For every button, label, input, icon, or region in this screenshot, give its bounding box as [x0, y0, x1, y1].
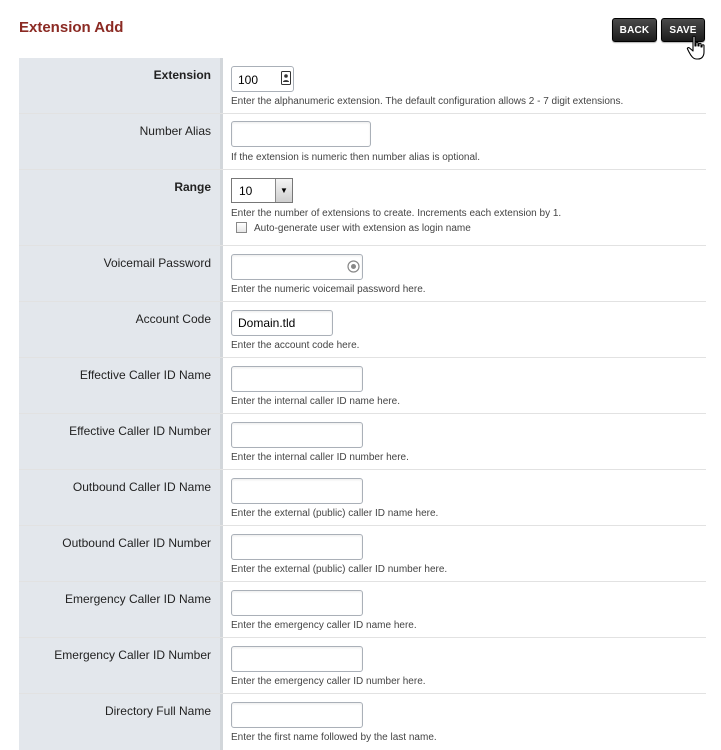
- number-alias-row: Number Alias If the extension is numeric…: [19, 114, 706, 170]
- outbound-caller-id-number-label: Outbound Caller ID Number: [62, 536, 211, 550]
- account-code-label: Account Code: [135, 312, 211, 326]
- contact-card-icon[interactable]: [281, 71, 291, 85]
- voicemail-password-help: Enter the numeric voicemail password her…: [231, 284, 426, 295]
- outbound-caller-id-name-label-cell: Outbound Caller ID Name: [19, 470, 223, 525]
- outbound-caller-id-name-label: Outbound Caller ID Name: [72, 480, 211, 494]
- effective-caller-id-number-label: Effective Caller ID Number: [69, 424, 211, 438]
- page-title: Extension Add: [19, 19, 124, 36]
- number-alias-label: Number Alias: [139, 124, 211, 138]
- emergency-caller-id-name-label: Emergency Caller ID Name: [64, 592, 211, 606]
- outbound-caller-id-number-help: Enter the external (public) caller ID nu…: [231, 564, 448, 575]
- emergency-caller-id-name-label-cell: Emergency Caller ID Name: [19, 582, 223, 637]
- range-help: Enter the number of extensions to create…: [231, 208, 562, 219]
- emergency-caller-id-number-help: Enter the emergency caller ID number her…: [231, 676, 426, 687]
- effective-caller-id-name-label: Effective Caller ID Name: [79, 368, 211, 382]
- extension-row: Extension 100 Enter the alphanumeric ext…: [19, 58, 706, 114]
- range-select-value: 10: [239, 184, 253, 198]
- auto-generate-user-label[interactable]: Auto-generate user with extension as log…: [254, 223, 471, 234]
- account-code-input[interactable]: [231, 310, 333, 336]
- effective-caller-id-name-input[interactable]: [231, 366, 363, 392]
- account-code-label-cell: Account Code: [19, 302, 223, 357]
- range-row: Range 10 ▼ Enter the number of extension…: [19, 170, 706, 246]
- effective-caller-id-number-help: Enter the internal caller ID number here…: [231, 452, 409, 463]
- effective-caller-id-number-label-cell: Effective Caller ID Number: [19, 414, 223, 469]
- effective-caller-id-name-row: Effective Caller ID Name Enter the inter…: [19, 358, 706, 414]
- effective-caller-id-number-row: Effective Caller ID Number Enter the int…: [19, 414, 706, 470]
- voicemail-password-row: Voicemail Password Enter the numeric voi…: [19, 246, 706, 302]
- extension-value: 100: [238, 73, 259, 87]
- number-alias-help: If the extension is numeric then number …: [231, 152, 481, 163]
- chevron-down-icon[interactable]: ▼: [275, 179, 292, 202]
- range-select[interactable]: 10 ▼: [231, 178, 293, 203]
- extension-label-cell: Extension: [19, 58, 223, 113]
- outbound-caller-id-number-label-cell: Outbound Caller ID Number: [19, 526, 223, 581]
- emergency-caller-id-name-input[interactable]: [231, 590, 363, 616]
- voicemail-password-label: Voicemail Password: [103, 256, 211, 270]
- account-code-row: Account Code Enter the account code here…: [19, 302, 706, 358]
- directory-full-name-row: Directory Full Name Enter the first name…: [19, 694, 706, 750]
- effective-caller-id-name-help: Enter the internal caller ID name here.: [231, 396, 400, 407]
- range-label-cell: Range: [19, 170, 223, 245]
- emergency-caller-id-number-label: Emergency Caller ID Number: [54, 648, 211, 662]
- outbound-caller-id-name-input[interactable]: [231, 478, 363, 504]
- directory-full-name-label: Directory Full Name: [104, 704, 211, 718]
- extension-label: Extension: [153, 68, 211, 82]
- number-alias-input[interactable]: [231, 121, 371, 147]
- directory-full-name-help: Enter the first name followed by the las…: [231, 732, 437, 743]
- outbound-caller-id-number-input[interactable]: [231, 534, 363, 560]
- extension-help: Enter the alphanumeric extension. The de…: [231, 96, 624, 107]
- outbound-caller-id-name-row: Outbound Caller ID Name Enter the extern…: [19, 470, 706, 526]
- back-button[interactable]: BACK: [612, 18, 657, 42]
- directory-full-name-input[interactable]: [231, 702, 363, 728]
- effective-caller-id-number-input[interactable]: [231, 422, 363, 448]
- voicemail-password-label-cell: Voicemail Password: [19, 246, 223, 301]
- number-alias-label-cell: Number Alias: [19, 114, 223, 169]
- outbound-caller-id-number-row: Outbound Caller ID Number Enter the exte…: [19, 526, 706, 582]
- emergency-caller-id-number-label-cell: Emergency Caller ID Number: [19, 638, 223, 693]
- password-reveal-icon[interactable]: [347, 260, 360, 273]
- account-code-help: Enter the account code here.: [231, 340, 360, 351]
- emergency-caller-id-name-row: Emergency Caller ID Name Enter the emerg…: [19, 582, 706, 638]
- effective-caller-id-name-label-cell: Effective Caller ID Name: [19, 358, 223, 413]
- voicemail-password-input[interactable]: [231, 254, 363, 280]
- range-label: Range: [174, 180, 211, 194]
- emergency-caller-id-number-row: Emergency Caller ID Number Enter the eme…: [19, 638, 706, 694]
- emergency-caller-id-number-input[interactable]: [231, 646, 363, 672]
- directory-full-name-label-cell: Directory Full Name: [19, 694, 223, 750]
- emergency-caller-id-name-help: Enter the emergency caller ID name here.: [231, 620, 417, 631]
- auto-generate-user-checkbox[interactable]: [236, 222, 247, 233]
- outbound-caller-id-name-help: Enter the external (public) caller ID na…: [231, 508, 439, 519]
